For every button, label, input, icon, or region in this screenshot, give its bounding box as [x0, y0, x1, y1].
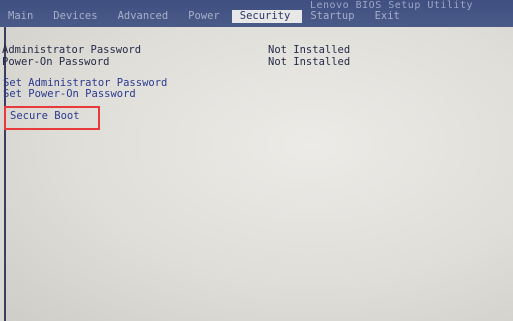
power-on-password-status: Not Installed — [268, 56, 351, 68]
tab-startup[interactable]: Startup — [302, 10, 366, 23]
tab-advanced[interactable]: Advanced — [110, 10, 181, 23]
tab-main[interactable]: Main — [0, 10, 45, 23]
admin-password-label: Administrator Password — [2, 44, 142, 56]
bios-header: Lenovo BIOS Setup Utility Main Devices A… — [0, 0, 513, 27]
power-on-password-label: Power-On Password — [2, 56, 110, 68]
security-panel: Administrator Password Not Installed Pow… — [2, 27, 513, 321]
tab-exit[interactable]: Exit — [367, 10, 412, 23]
admin-password-status: Not Installed — [268, 44, 351, 56]
secure-boot-highlight — [4, 106, 100, 130]
tab-security[interactable]: Security — [231, 10, 303, 23]
menu-bar: Main Devices Advanced Power Security Sta… — [0, 10, 412, 23]
tab-power[interactable]: Power — [180, 10, 232, 23]
set-power-on-password-item[interactable]: Set Power-On Password — [3, 88, 136, 100]
tab-devices[interactable]: Devices — [45, 10, 109, 23]
